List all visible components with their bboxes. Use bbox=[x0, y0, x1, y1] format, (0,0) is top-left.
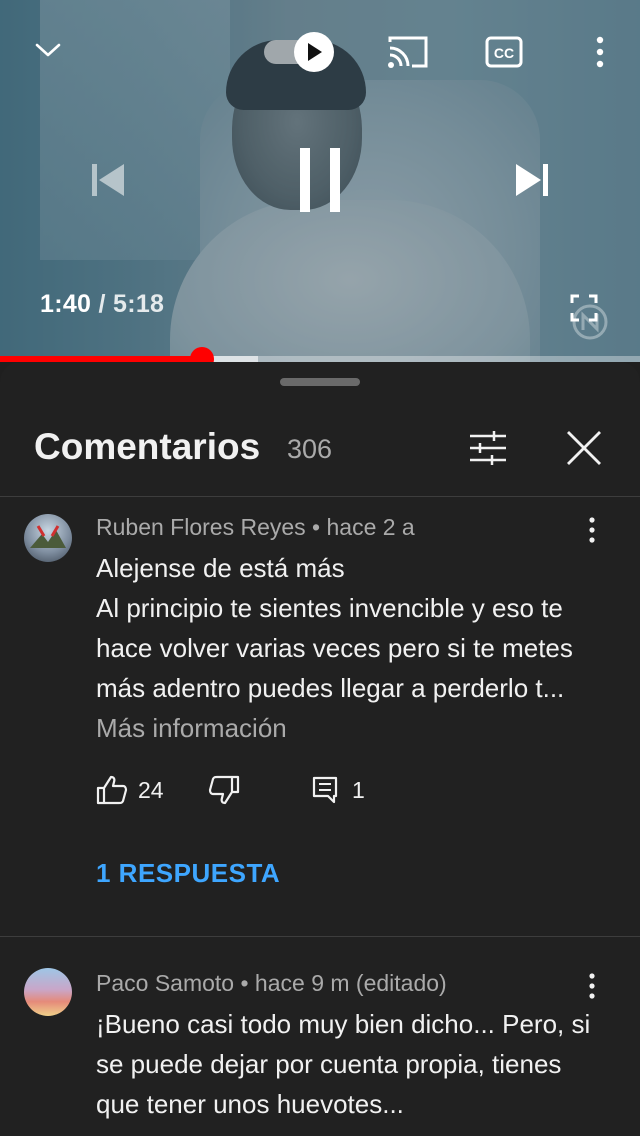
fullscreen-icon bbox=[570, 294, 598, 322]
dislike-button[interactable] bbox=[208, 770, 240, 810]
comment-text: Alejense de está más Al principio te sie… bbox=[96, 548, 596, 748]
scrubber-handle[interactable] bbox=[189, 347, 214, 362]
fullscreen-button[interactable] bbox=[566, 290, 602, 326]
comment-body: ¡Bueno casi todo muy bien dicho... Pero,… bbox=[96, 1009, 591, 1119]
close-icon bbox=[567, 431, 601, 465]
more-vert-icon bbox=[589, 973, 595, 999]
comment-author-line: Ruben Flores Reyes • hace 2 a bbox=[96, 514, 415, 541]
chevron-down-icon bbox=[35, 43, 61, 57]
sort-button[interactable] bbox=[466, 426, 510, 470]
thumb-down-icon bbox=[208, 775, 240, 805]
comment-item: Paco Samoto • hace 9 m (editado) ¡Bueno … bbox=[0, 936, 640, 1136]
cast-icon bbox=[388, 36, 428, 68]
comment-actions: 24 1 bbox=[96, 770, 396, 810]
panel-title: Comentarios bbox=[34, 426, 261, 467]
player-more-button[interactable] bbox=[584, 32, 616, 72]
drag-handle[interactable] bbox=[280, 378, 360, 386]
more-vert-icon bbox=[589, 517, 595, 543]
avatar[interactable] bbox=[24, 968, 72, 1016]
comment-more-button[interactable] bbox=[576, 510, 608, 550]
comment-icon bbox=[312, 776, 338, 804]
time-display: 1:40 / 5:18 bbox=[40, 290, 164, 319]
read-more-link[interactable]: Más información bbox=[96, 713, 287, 743]
autoplay-toggle-icon bbox=[294, 32, 334, 72]
svg-text:CC: CC bbox=[494, 45, 514, 61]
comments-panel: Comentarios 306 Ruben Flores Reyes • hac… bbox=[0, 362, 640, 1136]
cc-icon: CC bbox=[485, 36, 523, 68]
comment-author[interactable]: Paco Samoto bbox=[96, 970, 234, 996]
time-separator: / bbox=[91, 290, 113, 318]
more-vert-icon bbox=[596, 36, 604, 68]
comment-text: ¡Bueno casi todo muy bien dicho... Pero,… bbox=[96, 1004, 596, 1124]
duration: 5:18 bbox=[113, 290, 165, 318]
comment-meta: • hace 9 m (editado) bbox=[234, 970, 447, 996]
skip-next-icon bbox=[516, 164, 548, 196]
reply-button[interactable]: 1 bbox=[312, 770, 365, 810]
pause-button[interactable] bbox=[288, 140, 352, 220]
previous-button[interactable] bbox=[84, 156, 132, 204]
comment-count: 306 bbox=[287, 434, 333, 464]
skip-previous-icon bbox=[92, 164, 124, 196]
thumb-up-icon bbox=[96, 775, 128, 805]
avatar[interactable] bbox=[24, 514, 72, 562]
like-button[interactable]: 24 bbox=[96, 770, 164, 810]
pause-icon bbox=[300, 148, 340, 212]
video-player[interactable]: CC 1:40 / 5:18 bbox=[0, 0, 640, 362]
autoplay-toggle[interactable] bbox=[264, 32, 336, 72]
close-button[interactable] bbox=[562, 426, 606, 470]
comment-author[interactable]: Ruben Flores Reyes bbox=[96, 514, 306, 540]
cast-button[interactable] bbox=[384, 32, 432, 72]
comment-more-button[interactable] bbox=[576, 966, 608, 1006]
reply-count: 1 bbox=[352, 776, 365, 803]
current-time: 1:40 bbox=[40, 290, 92, 318]
comment-author-line: Paco Samoto • hace 9 m (editado) bbox=[96, 970, 447, 997]
sort-filter-icon bbox=[470, 431, 506, 465]
like-count: 24 bbox=[138, 776, 164, 803]
captions-button[interactable]: CC bbox=[482, 32, 526, 72]
next-button[interactable] bbox=[508, 156, 556, 204]
minimize-button[interactable] bbox=[28, 30, 68, 70]
comment-item: Ruben Flores Reyes • hace 2 a Alejense d… bbox=[0, 496, 640, 936]
comment-meta: • hace 2 a bbox=[305, 514, 415, 540]
view-replies-link[interactable]: 1 RESPUESTA bbox=[96, 858, 280, 889]
comment-body: Alejense de está más Al principio te sie… bbox=[96, 553, 573, 703]
